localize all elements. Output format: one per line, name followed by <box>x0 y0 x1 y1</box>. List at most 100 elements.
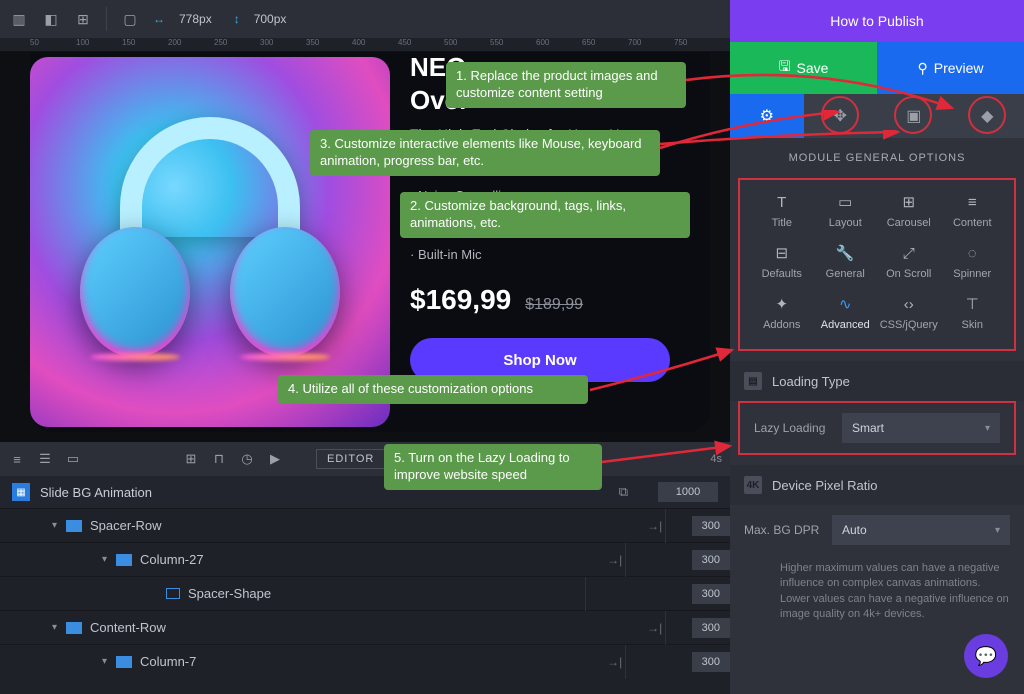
option-content[interactable]: ≡Content <box>941 188 1005 233</box>
layer-tree: ▦ Slide BG Animation ⧉ 1000 ▾Spacer-Row→… <box>0 476 730 694</box>
device-icon[interactable]: ▢ <box>121 10 139 28</box>
tab-layers[interactable]: ◆ <box>951 94 1024 138</box>
play-icon[interactable]: ▶ <box>266 450 284 468</box>
layer-label: Column-7 <box>140 654 196 669</box>
callout-2: 2. Customize background, tags, links, an… <box>400 192 690 238</box>
slide-bg-icon: ▦ <box>12 483 30 501</box>
layer-row[interactable]: ▾Spacer-Row→|300 <box>0 508 730 542</box>
keyframe-value[interactable]: 300 <box>692 652 730 672</box>
panel-header[interactable]: How to Publish <box>730 0 1024 42</box>
section-title: MODULE GENERAL OPTIONS <box>730 138 1024 178</box>
width-value[interactable]: 778px <box>179 12 212 26</box>
product-image[interactable] <box>30 57 390 427</box>
panel-left-icon[interactable]: ▥ <box>10 10 28 28</box>
save-icon: 🖫 <box>779 56 791 80</box>
tab-style[interactable]: ▣ <box>877 94 951 138</box>
content-icon: ≡ <box>962 192 982 212</box>
title-icon: T <box>772 192 792 212</box>
chat-icon: 💬 <box>975 646 997 667</box>
menu-icon[interactable]: ☰ <box>36 450 54 468</box>
option-carousel[interactable]: ⊞Carousel <box>877 188 941 233</box>
keyframe-value[interactable]: 300 <box>692 516 730 536</box>
option-spinner[interactable]: ◌Spinner <box>941 239 1005 284</box>
panel-add-icon[interactable]: ⊞ <box>74 10 92 28</box>
layers-icon[interactable]: ≡ <box>8 450 26 468</box>
clock-icon[interactable]: ◷ <box>238 450 256 468</box>
timeline-toolbar: ≡ ☰ ▭ ⊞ ⊓ ◷ ▶ EDITOR 4s <box>0 442 730 476</box>
keyframe-value[interactable]: 300 <box>692 550 730 570</box>
height-key: ↕ <box>234 12 240 26</box>
preview-button[interactable]: ⚲ Preview <box>877 42 1024 94</box>
layer-label: Content-Row <box>90 620 166 635</box>
defaults-icon: ⊟ <box>772 243 792 263</box>
option-skin[interactable]: ⊤Skin <box>941 290 1005 335</box>
on scroll-icon: ⤢ <box>899 243 919 263</box>
addons-icon: ✦ <box>772 294 792 314</box>
price-current[interactable]: $169,99 <box>410 284 511 316</box>
magnet-icon[interactable]: ⊓ <box>210 450 228 468</box>
layer-row[interactable]: ▾Column-7→|300 <box>0 644 730 678</box>
loading-section-header[interactable]: ▤ Loading Type <box>730 361 1024 401</box>
option-css-jquery[interactable]: ‹›CSS/jQuery <box>877 290 941 335</box>
css/jquery-icon: ‹› <box>899 294 919 314</box>
right-panel: How to Publish 🖫 Save ⚲ Preview ⚙ ✥ ▣ ◆ … <box>730 0 1024 694</box>
height-value[interactable]: 700px <box>254 12 287 26</box>
spinner-icon: ◌ <box>962 243 982 263</box>
image-icon: ▣ <box>906 106 921 126</box>
panel-tabs: ⚙ ✥ ▣ ◆ <box>730 94 1024 138</box>
dpr-section-header[interactable]: 4K Device Pixel Ratio <box>730 465 1024 505</box>
lazy-loading-select[interactable]: Smart <box>842 413 1000 443</box>
stack-icon: ◆ <box>981 106 993 126</box>
layer-label: Column-27 <box>140 552 204 567</box>
feature-2[interactable]: · Built-in Mic <box>410 247 700 262</box>
panel-split-icon[interactable]: ◧ <box>42 10 60 28</box>
lazy-loading-row: Lazy Loading Smart <box>740 403 1014 453</box>
dpr-select[interactable]: Auto <box>832 515 1010 545</box>
search-icon: ⚲ <box>917 60 927 77</box>
tree-header-num[interactable]: 1000 <box>658 482 718 502</box>
joystick-icon: ✥ <box>834 106 847 126</box>
tab-settings[interactable]: ⚙ <box>730 94 804 138</box>
option-addons[interactable]: ✦Addons <box>750 290 814 335</box>
folder-icon[interactable]: ▭ <box>64 450 82 468</box>
layer-row[interactable]: ▾Content-Row→|300 <box>0 610 730 644</box>
dpr-icon: 4K <box>744 476 762 494</box>
dpr-label: Max. BG DPR <box>744 523 822 537</box>
grid-icon[interactable]: ⊞ <box>182 450 200 468</box>
carousel-icon: ⊞ <box>899 192 919 212</box>
callout-3: 3. Customize interactive elements like M… <box>310 130 660 176</box>
layer-label: Spacer-Shape <box>188 586 271 601</box>
option-advanced[interactable]: ∿Advanced <box>814 290 878 335</box>
width-key: ↔ <box>153 12 165 26</box>
lazy-loading-label: Lazy Loading <box>754 421 832 435</box>
editor-tab[interactable]: EDITOR <box>316 449 385 469</box>
dpr-help-text: Higher maximum values can have a negativ… <box>730 555 1024 633</box>
option-layout[interactable]: ▭Layout <box>814 188 878 233</box>
callout-5: 5. Turn on the Lazy Loading to improve w… <box>384 444 602 490</box>
advanced-icon: ∿ <box>835 294 855 314</box>
callout-1: 1. Replace the product images and custom… <box>446 62 686 108</box>
options-grid: TTitle▭Layout⊞Carousel≡Content⊟Defaults🔧… <box>738 178 1016 351</box>
save-button[interactable]: 🖫 Save <box>730 42 877 94</box>
loading-icon: ▤ <box>744 372 762 390</box>
copy-icon[interactable]: ⧉ <box>619 484 628 500</box>
gear-icon: ⚙ <box>760 106 774 126</box>
keyframe-value[interactable]: 300 <box>692 584 730 604</box>
keyframe-value[interactable]: 300 <box>692 618 730 638</box>
tree-header[interactable]: ▦ Slide BG Animation ⧉ 1000 <box>0 476 730 508</box>
layer-label: Spacer-Row <box>90 518 162 533</box>
option-title[interactable]: TTitle <box>750 188 814 233</box>
dpr-row: Max. BG DPR Auto <box>730 505 1024 555</box>
layer-row[interactable]: Spacer-Shape 300 <box>0 576 730 610</box>
price-old[interactable]: $189,99 <box>525 296 583 314</box>
layer-row[interactable]: ▾Column-27→|300 <box>0 542 730 576</box>
skin-icon: ⊤ <box>962 294 982 314</box>
option-on-scroll[interactable]: ⤢On Scroll <box>877 239 941 284</box>
chat-button[interactable]: 💬 <box>964 634 1008 678</box>
option-defaults[interactable]: ⊟Defaults <box>750 239 814 284</box>
timeline-duration: 4s <box>710 453 722 465</box>
option-general[interactable]: 🔧General <box>814 239 878 284</box>
layout-icon: ▭ <box>835 192 855 212</box>
tab-navigation[interactable]: ✥ <box>804 94 878 138</box>
general-icon: 🔧 <box>835 243 855 263</box>
